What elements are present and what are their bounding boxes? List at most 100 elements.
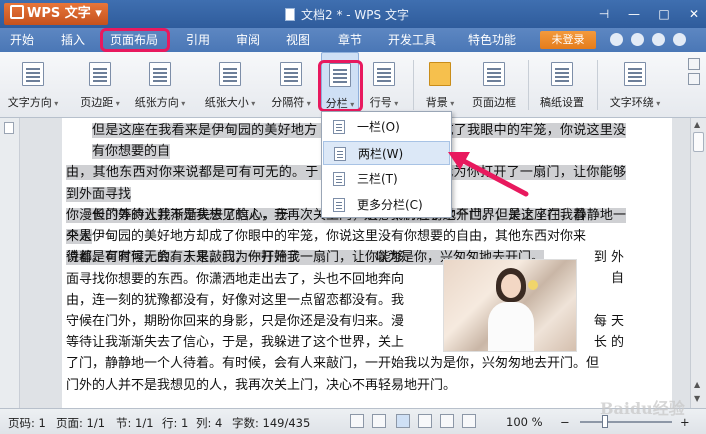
spellcheck-icon[interactable]	[350, 414, 364, 428]
wps-logo-icon	[10, 5, 24, 19]
menu-right-icons	[610, 33, 686, 46]
para1-line-1a: 但是这座在我看来是伊甸园的美好地方	[92, 123, 318, 138]
page-borders-icon	[483, 62, 505, 86]
orientation-button[interactable]: 纸张方向	[130, 52, 190, 114]
manuscript-label: 稿纸设置	[540, 96, 584, 109]
inserted-photo[interactable]	[443, 259, 577, 352]
paper-size-icon	[219, 62, 241, 86]
three-columns-label: 三栏(T)	[357, 172, 398, 186]
status-col: 列: 4	[196, 416, 223, 430]
two-columns-label: 两栏(W)	[358, 147, 404, 161]
breaks-label: 分隔符	[266, 94, 316, 110]
zoom-level[interactable]: 100 %	[506, 415, 543, 429]
document-icon	[285, 8, 295, 21]
status-page-code: 页码: 1	[8, 416, 46, 430]
more-columns-option[interactable]: 更多分栏(C)	[323, 193, 450, 217]
right-fragment-2: 自	[610, 271, 624, 287]
reading-view-icon[interactable]	[462, 414, 476, 428]
revision-icon[interactable]	[372, 414, 386, 428]
ribbon-side-buttons	[688, 58, 702, 88]
zoom-out-icon[interactable]: −	[560, 415, 570, 429]
breaks-button[interactable]: 分隔符	[266, 52, 316, 114]
columns-dropdown: 一栏(O) 两栏(W) 三栏(T) 更多分栏(C)	[321, 111, 452, 218]
scrollbar-thumb[interactable]	[693, 132, 704, 152]
manuscript-icon	[551, 62, 573, 86]
two-columns-icon	[334, 147, 346, 161]
tab-chapter[interactable]: 章节	[338, 32, 362, 48]
paper-size-label: 纸张大小	[198, 94, 262, 110]
manuscript-settings-button[interactable]: 稿纸设置	[534, 52, 590, 114]
maximize-button[interactable]: □	[656, 7, 672, 21]
text-wrap-button[interactable]: 文字环绕	[602, 52, 668, 114]
orientation-icon	[149, 62, 171, 86]
ribbon-expand-icon[interactable]	[688, 58, 700, 70]
status-word-count: 字数: 149/435	[232, 416, 311, 430]
right-fragment-3: 每 天	[593, 313, 624, 329]
two-columns-option[interactable]: 两栏(W)	[323, 141, 450, 165]
tab-insert[interactable]: 插入	[61, 32, 85, 48]
skin-icon[interactable]	[610, 33, 623, 46]
pin-icon[interactable]: ⊣	[596, 7, 612, 21]
document-title-text: 文档2 * - WPS 文字	[301, 8, 409, 22]
scroll-prev-page-icon[interactable]: ▲	[694, 380, 700, 389]
vertical-scrollbar[interactable]: ▲ ▲ ▼	[690, 118, 706, 408]
breaks-icon	[280, 62, 302, 86]
paper-size-button[interactable]: 纸张大小	[198, 52, 262, 114]
app-name: WPS 文字	[27, 6, 91, 21]
text-wrap-icon	[624, 62, 646, 86]
minimize-ribbon-icon[interactable]	[673, 33, 686, 46]
window-controls: ⊣ — □ ✕	[596, 0, 702, 28]
three-columns-option[interactable]: 三栏(T)	[323, 167, 450, 191]
photo-flower	[528, 280, 538, 290]
ribbon-separator	[413, 60, 414, 110]
background-button[interactable]: 背景	[420, 52, 460, 114]
options-icon[interactable]	[652, 33, 665, 46]
status-page: 页面: 1/1	[56, 416, 106, 430]
one-column-option[interactable]: 一栏(O)	[323, 115, 450, 139]
tab-special-features[interactable]: 特色功能	[468, 32, 516, 48]
line-numbers-label: 行号	[364, 94, 404, 110]
margins-button[interactable]: 页边距	[72, 52, 128, 114]
ribbon-separator	[528, 60, 529, 110]
text-direction-icon	[22, 62, 44, 86]
para2-line-2: 来是伊甸园的美好地方却成了你眼中的牢笼，你说这里没有你想要的自由，其他东西对你来	[66, 229, 587, 245]
login-button[interactable]: 未登录	[540, 31, 596, 49]
zoom-slider[interactable]	[580, 421, 672, 423]
columns-highlight	[318, 60, 363, 112]
para1-line-2a: 由，其他东西对你来说都是可有可无的。于	[66, 165, 319, 181]
more-columns-label: 更多分栏(C)	[357, 198, 423, 212]
scroll-up-icon[interactable]: ▲	[694, 120, 700, 129]
line-numbers-icon	[373, 62, 395, 86]
page-borders-button[interactable]: 页面边框	[466, 52, 522, 114]
tab-start[interactable]: 开始	[10, 32, 34, 48]
orientation-label: 纸张方向	[130, 94, 190, 110]
watermark: Baidu经验	[600, 399, 685, 418]
para2-line-8: 了门，静静地一个人待着。有时候，会有人来敲门，一开始我以为是你，兴匆匆地去开门。…	[66, 356, 600, 372]
scroll-down-icon[interactable]: ▼	[694, 394, 700, 403]
ribbon-collapse-icon[interactable]	[688, 73, 700, 85]
right-fragment-1: 到 外	[593, 250, 624, 265]
ribbon-toolbar: 文字方向 页边距 纸张方向 纸张大小 分隔符 分栏 行号 背景 页面边框 稿纸设…	[0, 52, 706, 118]
photo-dress	[488, 302, 534, 351]
document-map-icon[interactable]	[4, 122, 14, 134]
document-title: 文档2 * - WPS 文字	[285, 6, 409, 23]
outline-view-icon[interactable]	[418, 414, 432, 428]
tab-developer[interactable]: 开发工具	[388, 32, 436, 48]
page-view-icon[interactable]	[396, 414, 410, 428]
menu-bar: 开始 插入 页面布局 引用 审阅 视图 章节 开发工具 特色功能 未登录	[0, 28, 706, 52]
web-view-icon[interactable]	[440, 414, 454, 428]
app-menu-button[interactable]: WPS 文字 ▾	[4, 3, 108, 25]
text-direction-button[interactable]: 文字方向	[6, 52, 60, 114]
margins-label: 页边距	[72, 94, 128, 110]
tab-references[interactable]: 引用	[186, 32, 210, 48]
help-icon[interactable]	[631, 33, 644, 46]
line-numbers-button[interactable]: 行号	[364, 52, 404, 114]
minimize-button[interactable]: —	[626, 7, 642, 21]
title-bar: WPS 文字 ▾ 文档2 * - WPS 文字 ⊣ — □ ✕	[0, 0, 706, 28]
para2-line-9: 门外的人并不是我想见的人，我再次关上门，决心不再轻易地开门。	[66, 377, 457, 393]
close-button[interactable]: ✕	[686, 7, 702, 21]
right-column-text: 到 外 自 每 天 长 的	[580, 247, 624, 353]
status-section: 节: 1/1	[116, 416, 154, 430]
tab-review[interactable]: 审阅	[236, 32, 260, 48]
tab-view[interactable]: 视图	[286, 32, 310, 48]
